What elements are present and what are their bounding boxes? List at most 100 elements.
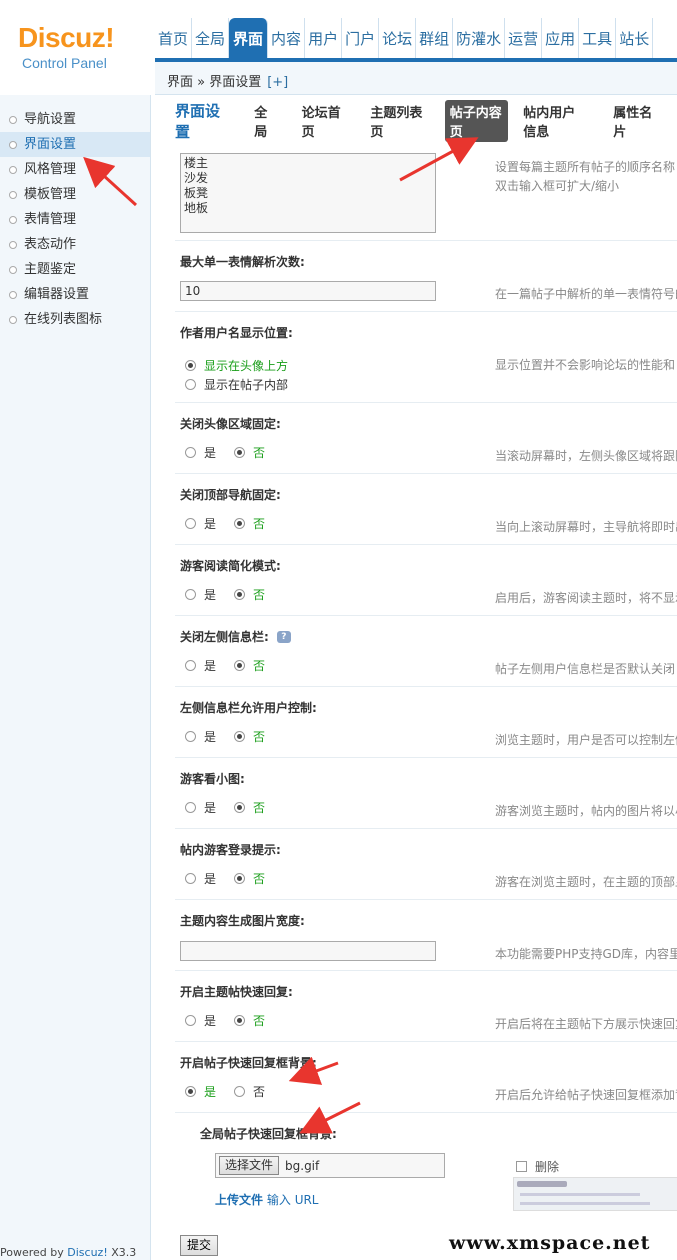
topnav-item[interactable]: 防灌水: [453, 18, 506, 58]
setting-desc: 在一篇帖子中解析的单一表情符号的: [495, 287, 677, 301]
setting-quick-reply: 开启主题帖快速回复: 是 否 开启后将在主题帖下方展示快速回复: [175, 971, 677, 1042]
delete-bg-checkbox[interactable]: 删除: [516, 1158, 559, 1175]
setting-label: 帖内游客登录提示:: [180, 841, 281, 858]
yes-label: 是: [204, 659, 217, 673]
add-shortcut-link[interactable]: [+]: [267, 75, 288, 90]
label-text: 左侧信息栏允许用户控制:: [180, 701, 317, 715]
no-radio[interactable]: [234, 660, 246, 671]
image-width-input[interactable]: [180, 941, 436, 961]
label-text: 帖内游客登录提示:: [180, 843, 281, 857]
no-radio[interactable]: [234, 802, 246, 813]
settings-tabs: 界面设置 全局 论坛首页 主题列表页 帖子内容页 帖内用户信息 属性名片: [175, 100, 677, 142]
sidebar-item[interactable]: 编辑器设置: [0, 282, 150, 307]
settings-tab[interactable]: 属性名片: [608, 100, 661, 142]
smiley-limit-input[interactable]: 10: [180, 281, 436, 301]
yes-radio[interactable]: [185, 660, 196, 671]
setting-label: 作者用户名显示位置:: [180, 326, 293, 340]
topnav-item[interactable]: 门户: [342, 18, 380, 58]
no-radio[interactable]: [234, 1086, 246, 1097]
topnav-item[interactable]: 论坛: [379, 18, 417, 58]
label-text: 关闭头像区域固定:: [180, 417, 281, 431]
file-input[interactable]: 选择文件 bg.gif: [215, 1153, 445, 1178]
logo-brand: Discuz!: [18, 22, 115, 53]
topnav-item[interactable]: 运营: [505, 18, 543, 58]
yes-radio[interactable]: [185, 1086, 196, 1097]
setting-desc: 设置每篇主题所有帖子的顺序名称: [495, 160, 676, 174]
topnav-item[interactable]: 全局: [192, 18, 230, 58]
topnav-item[interactable]: 用户: [305, 18, 343, 58]
topnav-item[interactable]: 内容: [268, 18, 306, 58]
setting-desc: 浏览主题时，用户是否可以控制左侧: [495, 733, 677, 747]
label-text: 开启主题帖快速回复:: [180, 985, 293, 999]
choose-file-button[interactable]: 选择文件: [219, 1156, 280, 1175]
no-label: 否: [253, 446, 266, 460]
yes-no-group: 是 否: [185, 1012, 283, 1029]
radio-unchecked[interactable]: [185, 379, 196, 390]
settings-tab[interactable]: 主题列表页: [365, 100, 428, 142]
delete-label: 删除: [535, 1160, 560, 1174]
no-radio[interactable]: [234, 873, 246, 884]
setting-author-position: 作者用户名显示位置: 显示在头像上方 显示在帖子内部 显示位置并不会影响论坛的性…: [175, 312, 677, 403]
yes-radio[interactable]: [185, 589, 196, 600]
top-navigation: 首页 全局 界面 内容 用户 门户 论坛 群组 防灌水 运营 应用 工具 站长: [155, 18, 654, 58]
yes-radio[interactable]: [185, 731, 196, 742]
upload-file-link[interactable]: 上传文件: [215, 1193, 263, 1207]
setting-desc: 当滚动屏幕时，左侧头像区域将跟随: [495, 449, 677, 463]
setting-guest-login-tip: 帖内游客登录提示: 是 否 游客在浏览主题时，在主题的顶部显: [175, 829, 677, 900]
settings-tab[interactable]: 帖内用户信息: [518, 100, 592, 142]
setting-close-left-info: 关闭左侧信息栏:? 是 否 帖子左侧用户信息栏是否默认关闭: [175, 616, 677, 687]
yes-radio[interactable]: [185, 447, 196, 458]
sidebar-item[interactable]: 在线列表图标: [0, 307, 150, 332]
sidebar-item[interactable]: 主题鉴定: [0, 257, 150, 282]
radio-checked[interactable]: [185, 360, 196, 371]
submit-button[interactable]: 提交: [180, 1235, 219, 1256]
label-text: 游客看小图:: [180, 772, 245, 786]
setting-desc: 显示位置并不会影响论坛的性能和: [495, 358, 676, 372]
setting-label: 关闭头像区域固定:: [180, 415, 281, 432]
topnav-item[interactable]: 工具: [579, 18, 617, 58]
no-radio[interactable]: [234, 518, 246, 529]
no-radio[interactable]: [234, 589, 246, 600]
sidebar-item[interactable]: 界面设置: [0, 132, 150, 157]
sidebar-item[interactable]: 表态动作: [0, 232, 150, 257]
yes-radio[interactable]: [185, 802, 196, 813]
yes-label: 是: [204, 730, 217, 744]
topnav-item[interactable]: 站长: [616, 18, 654, 58]
sidebar-menu: 导航设置 界面设置 风格管理 模板管理 表情管理 表态动作 主题鉴定 编辑器设置 在线列表图标: [0, 95, 150, 332]
sidebar-item[interactable]: 模板管理: [0, 182, 150, 207]
no-radio[interactable]: [234, 447, 246, 458]
sidebar-item[interactable]: 风格管理: [0, 157, 150, 182]
topnav-item[interactable]: 界面: [229, 18, 269, 58]
setting-label: 左侧信息栏允许用户控制:: [180, 699, 317, 716]
yes-no-group: 是 否: [185, 870, 283, 887]
settings-tab[interactable]: 论坛首页: [297, 100, 350, 142]
yes-no-group: 是 否: [185, 444, 283, 461]
author-position-option-inside[interactable]: 显示在帖子内部: [185, 376, 306, 393]
settings-tab[interactable]: 帖子内容页: [444, 100, 509, 142]
topnav-item[interactable]: 应用: [542, 18, 580, 58]
setting-label: 主题内容生成图片宽度:: [180, 914, 305, 928]
checkbox[interactable]: [516, 1161, 527, 1172]
no-radio[interactable]: [234, 731, 246, 742]
floor-names-textarea[interactable]: 楼主 沙发 板凳 地板: [180, 153, 436, 233]
author-position-option-above[interactable]: 显示在头像上方: [185, 357, 306, 374]
topnav-item[interactable]: 群组: [416, 18, 454, 58]
watermark: www.xmspace.net: [449, 1232, 651, 1254]
setting-label: 开启主题帖快速回复:: [180, 983, 293, 1000]
setting-smiley-limit: 最大单一表情解析次数: 10 在一篇帖子中解析的单一表情符号的: [175, 241, 677, 312]
yes-label: 是: [204, 588, 217, 602]
yes-radio[interactable]: [185, 518, 196, 529]
no-radio[interactable]: [234, 1015, 246, 1026]
powered-prefix: Powered by: [0, 1246, 68, 1259]
powered-brand-link[interactable]: Discuz!: [67, 1246, 107, 1259]
yes-radio[interactable]: [185, 873, 196, 884]
sidebar-item[interactable]: 表情管理: [0, 207, 150, 232]
file-name: bg.gif: [285, 1158, 320, 1173]
settings-tab[interactable]: 全局: [249, 100, 280, 142]
info-tip-icon[interactable]: ?: [276, 630, 291, 643]
powered-by: Powered by Discuz! X3.3: [0, 1246, 136, 1259]
yes-radio[interactable]: [185, 1015, 196, 1026]
input-url-link[interactable]: 输入 URL: [267, 1193, 319, 1207]
topnav-item[interactable]: 首页: [155, 18, 193, 58]
sidebar-item[interactable]: 导航设置: [0, 107, 150, 132]
